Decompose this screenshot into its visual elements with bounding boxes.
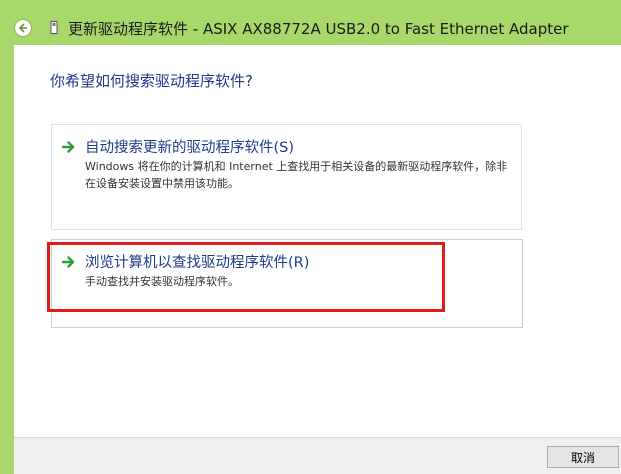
cancel-button[interactable]: 取消 [547, 446, 619, 468]
green-arrow-icon [62, 141, 75, 153]
main-content: 你希望如何搜索驱动程序软件? 自动搜索更新的驱动程序软件(S) Windows … [14, 45, 621, 437]
option-auto-search-description: Windows 将在你的计算机和 Internet 上查找用于相关设备的最新驱动… [85, 160, 508, 190]
search-question-heading: 你希望如何搜索驱动程序软件? [50, 72, 253, 90]
driver-update-window: 更新驱动程序软件 - ASIX AX88772A USB2.0 to Fast … [0, 0, 621, 474]
option-auto-search-title: 自动搜索更新的驱动程序软件(S) [85, 140, 295, 156]
option-auto-search[interactable]: 自动搜索更新的驱动程序软件(S) Windows 将在你的计算机和 Intern… [51, 124, 522, 230]
window-title: 更新驱动程序软件 - ASIX AX88772A USB2.0 to Fast … [68, 20, 569, 38]
title-bar: 更新驱动程序软件 - ASIX AX88772A USB2.0 to Fast … [0, 0, 621, 45]
back-button[interactable] [14, 19, 32, 37]
red-highlight-annotation [47, 242, 445, 312]
back-arrow-icon [18, 23, 27, 33]
device-icon [50, 21, 58, 34]
dialog-footer: 取消 [14, 437, 621, 474]
